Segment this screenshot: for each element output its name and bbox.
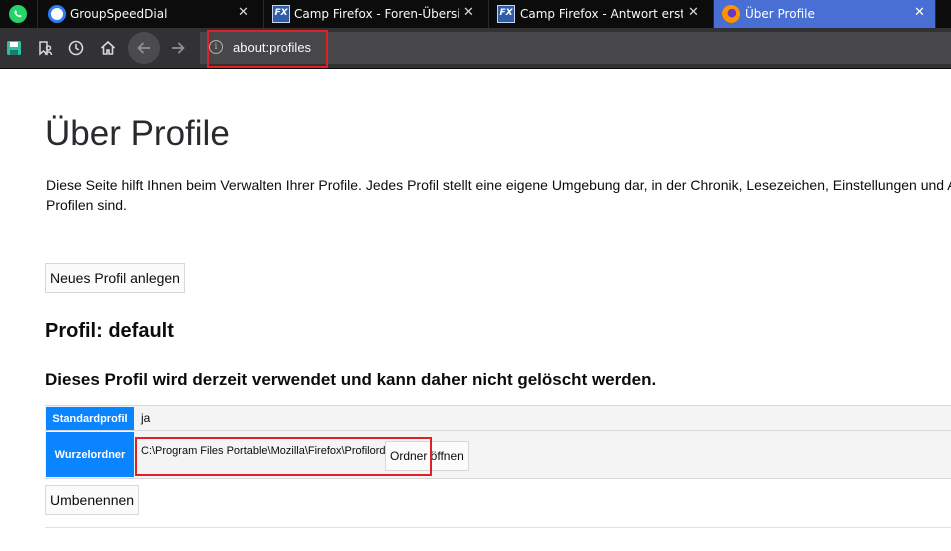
rename-button[interactable]: Umbenennen	[45, 485, 140, 515]
divider	[45, 527, 951, 528]
page-title: Über Profile	[45, 114, 230, 153]
navigation-toolbar: i about:profiles	[0, 28, 951, 69]
url-bar[interactable]: i about:profiles	[200, 32, 951, 64]
info-icon[interactable]: i	[209, 40, 223, 54]
tab-strip: GroupSpeedDial ✕ FX Camp Firefox - Foren…	[0, 0, 951, 28]
root-folder-path: C:\Program Files Portable\Mozilla\Firefo…	[141, 445, 402, 457]
firefox-icon	[722, 5, 740, 23]
profile-row-default: Standardprofil ja	[45, 405, 951, 431]
about-profiles-page: Über Profile Diese Seite hilft Ihnen bei…	[0, 69, 951, 551]
profile-heading: Profil: default	[45, 320, 174, 342]
url-text[interactable]: about:profiles	[233, 39, 311, 57]
tab-camp-firefox-forum[interactable]: FX Camp Firefox - Foren-Übersicht ✕	[264, 0, 489, 28]
profile-row-root-folder: Wurzelordner C:\Program Files Portable\M…	[45, 431, 951, 479]
tab-whatsapp[interactable]	[0, 0, 38, 28]
tab-title: Über Profile	[745, 7, 815, 21]
page-description: Diese Seite hilft Ihnen beim Verwalten I…	[46, 177, 951, 213]
row-value-standardprofil: ja	[141, 411, 151, 425]
tab-camp-firefox-reply[interactable]: FX Camp Firefox - Antwort erstellen ✕	[489, 0, 714, 28]
tab-title: GroupSpeedDial	[70, 7, 168, 21]
tab-groupspeeddial[interactable]: GroupSpeedDial ✕	[38, 0, 264, 28]
profile-in-use-note: Dieses Profil wird derzeit verwendet und…	[45, 370, 657, 389]
close-tab-icon[interactable]: ✕	[238, 5, 249, 21]
tab-ueber-profile[interactable]: Über Profile ✕	[714, 0, 936, 28]
close-tab-icon[interactable]: ✕	[914, 5, 925, 21]
save-icon[interactable]	[2, 36, 26, 60]
close-tab-icon[interactable]: ✕	[688, 5, 699, 21]
close-tab-icon[interactable]: ✕	[463, 5, 474, 21]
forward-arrow-icon[interactable]	[166, 36, 190, 60]
history-clock-icon[interactable]	[64, 36, 88, 60]
camp-firefox-icon: FX	[272, 5, 290, 23]
row-key-standardprofil: Standardprofil	[46, 407, 134, 430]
tab-title: Camp Firefox - Foren-Übersicht	[294, 7, 459, 21]
new-profile-button[interactable]: Neues Profil anlegen	[45, 263, 185, 293]
open-folder-button[interactable]: Ordner öffnen	[385, 441, 469, 471]
camp-firefox-icon: FX	[497, 5, 515, 23]
bookmark-user-icon[interactable]	[33, 36, 57, 60]
tab-title: Camp Firefox - Antwort erstellen	[520, 7, 683, 21]
row-key-wurzelordner: Wurzelordner	[46, 432, 134, 477]
back-arrow-icon[interactable]	[128, 32, 160, 64]
home-icon[interactable]	[96, 36, 120, 60]
groupspeeddial-icon	[48, 5, 66, 23]
whatsapp-icon	[9, 5, 27, 23]
